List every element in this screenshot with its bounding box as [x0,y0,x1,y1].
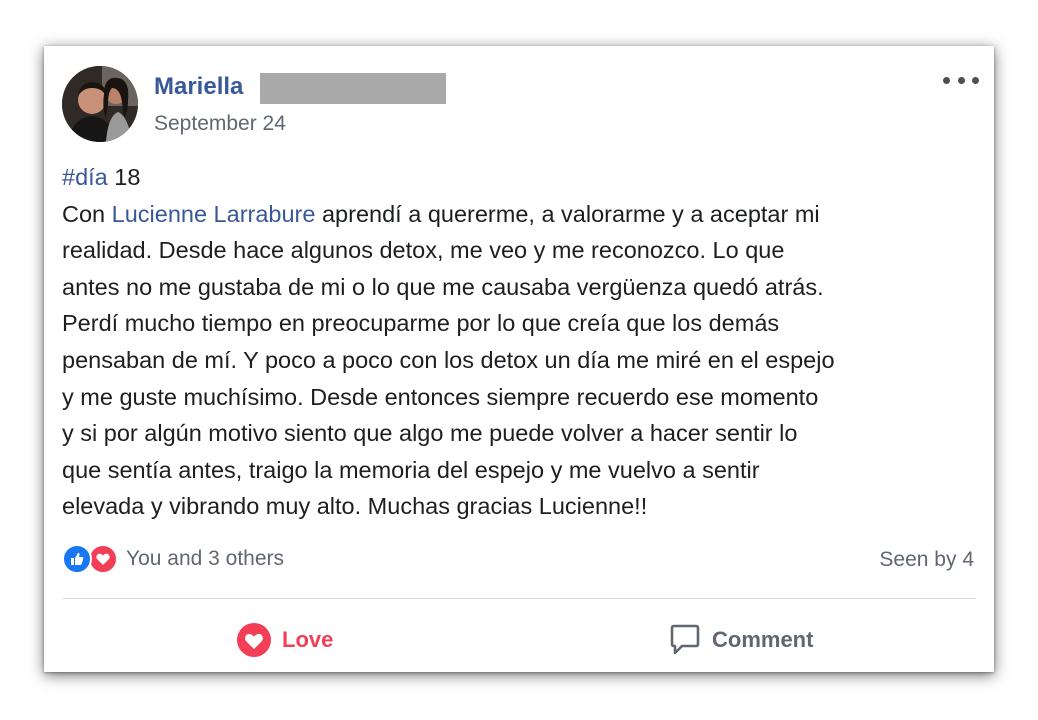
author-name[interactable]: Mariella [154,73,243,101]
love-label: Love [282,627,334,652]
post-line: antes no me gustaba de mi o lo que me ca… [62,273,824,300]
divider [62,598,976,599]
post-line: que sentía antes, traigo la memoria del … [62,456,760,483]
post-line: #día 18 [62,159,977,196]
avatar-photo [62,66,138,142]
line-suffix: aprendí a quererme, a valorarme y a acep… [315,200,820,227]
post-card: Mariella September 24 #día 18 Con Lucien… [44,46,994,672]
post-body: #día 18 Con Lucienne Larrabure aprendí a… [62,159,977,525]
dot-icon [972,76,979,84]
mention-link[interactable]: Lucienne Larrabure [112,201,316,227]
love-icon [88,544,118,574]
post-line: realidad. Desde hace algunos detox, me v… [62,237,785,264]
love-heart-icon [236,622,272,658]
post-line: elevada y vibrando muy alto. Muchas grac… [62,493,648,520]
dot-icon [957,76,965,84]
comment-button[interactable]: Comment [668,618,813,662]
dot-icon [943,76,950,84]
line-prefix: Con [62,200,112,227]
hashtag-suffix: 18 [107,164,141,190]
comment-label: Comment [712,627,814,652]
reactions-summary[interactable]: You and 3 others [62,544,284,574]
like-icon [62,544,92,574]
post-line: Con Lucienne Larrabure aprendí a quererm… [62,196,977,233]
seen-count[interactable]: Seen by 4 [879,548,974,572]
more-options-button[interactable] [943,68,979,92]
post-line: y si por algún motivo siento que algo me… [62,420,798,447]
comment-bubble-icon [668,623,702,657]
avatar[interactable] [62,66,138,142]
post-line: Perdí mucho tiempo en preocuparme por lo… [62,310,780,337]
reactions-text: You and 3 others [126,547,285,570]
post-line: y me guste muchísimo. Desde entonces sie… [62,383,819,410]
post-date[interactable]: September 24 [154,112,286,136]
post-line: pensaban de mí. Y poco a poco con los de… [62,346,835,373]
love-button[interactable]: Love [236,618,333,662]
hashtag-link[interactable]: #día [62,164,108,190]
redacted-surname [260,73,446,104]
